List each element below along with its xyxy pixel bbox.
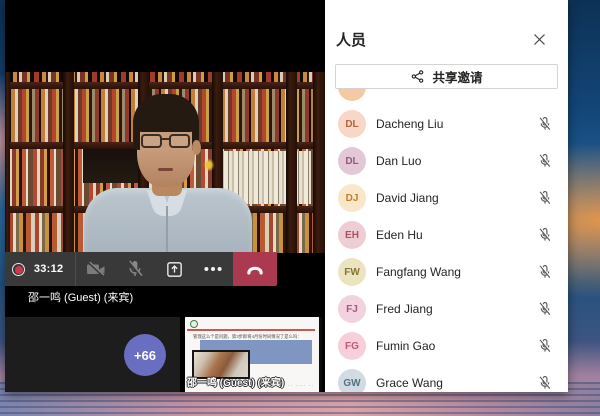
mic-muted-icon xyxy=(537,264,553,280)
participant-row[interactable]: DJ David Jiang xyxy=(325,180,568,217)
slide-heading: 管理这么个是问题，第3步即将4月份时间情况了是么吗： xyxy=(193,333,315,339)
participant-name: Fangfang Wang xyxy=(376,254,461,291)
call-timer: 33:12 xyxy=(34,263,64,275)
recording-indicator-icon xyxy=(12,263,25,276)
close-panel-button[interactable] xyxy=(525,27,553,51)
share-invite-button[interactable]: 共享邀请 xyxy=(335,64,558,89)
participant-name: Fred Jiang xyxy=(376,291,433,328)
share-screen-button[interactable] xyxy=(155,252,194,286)
mic-muted-icon xyxy=(537,301,553,317)
hangup-icon xyxy=(244,262,266,276)
more-options-icon xyxy=(203,266,223,272)
close-icon xyxy=(533,33,546,46)
avatar: EH xyxy=(338,221,366,249)
filmstrip-row: +66 管理这么个是问题，第3步即将4月份时间情况了是么吗： 邵一鸣 (Gues… xyxy=(5,317,325,392)
more-options-button[interactable] xyxy=(194,252,233,286)
hidden-participants-tile[interactable]: +66 xyxy=(5,317,180,392)
participant-row[interactable]: DL Dacheng Liu xyxy=(325,106,568,143)
participant-name: Grace Wang xyxy=(376,365,443,392)
overflow-count-badge: +66 xyxy=(124,334,166,376)
share-screen-icon xyxy=(165,260,184,279)
avatar: FJ xyxy=(338,295,366,323)
active-speaker-video xyxy=(5,0,325,253)
screen-share-preview[interactable]: 管理这么个是问题，第3步即将4月份时间情况了是么吗： 邵一鸣 (Guest) (… xyxy=(185,317,322,392)
participant-name: David Jiang xyxy=(376,180,439,217)
participant-name: Dan Luo xyxy=(376,143,421,180)
mic-muted-icon xyxy=(537,116,553,132)
share-icon xyxy=(410,69,425,84)
mic-off-button[interactable] xyxy=(116,252,155,286)
meeting-stage: 33:12 xyxy=(5,0,325,392)
mic-muted-icon xyxy=(537,153,553,169)
participant-name: Eden Hu xyxy=(376,217,423,254)
mic-muted-icon xyxy=(537,338,553,354)
active-speaker-name: 邵一鸣 (Guest) (来宾) xyxy=(28,289,133,305)
participant-row[interactable]: EH Eden Hu xyxy=(325,217,568,254)
participant-row[interactable]: FW Fangfang Wang xyxy=(325,254,568,291)
people-panel: 人员 共享邀请 xyxy=(325,0,568,392)
slide-logo-icon xyxy=(190,320,198,328)
participant-row[interactable]: FG Fumin Gao xyxy=(325,328,568,365)
teams-meeting-window: 33:12 xyxy=(5,0,568,392)
camera-off-button[interactable] xyxy=(76,252,115,286)
avatar: DL xyxy=(338,147,366,175)
participant-list: DL Dacheng Liu DL Dan Luo xyxy=(325,69,568,392)
slide-rule-line xyxy=(187,329,315,331)
avatar: FW xyxy=(338,258,366,286)
camera-off-icon xyxy=(85,259,107,279)
participant-name: Dacheng Liu xyxy=(376,106,443,143)
participant-row[interactable]: GW Grace Wang xyxy=(325,365,568,392)
avatar: GW xyxy=(338,369,366,392)
desktop: 33:12 xyxy=(0,0,600,416)
participant-row[interactable]: DL Dan Luo xyxy=(325,143,568,180)
avatar: FG xyxy=(338,332,366,360)
panel-title: 人员 xyxy=(336,29,366,50)
mic-muted-icon xyxy=(537,227,553,243)
share-invite-label: 共享邀请 xyxy=(432,67,482,86)
avatar: DJ xyxy=(338,184,366,212)
slide-footer-text: ·· ···· ·· xyxy=(288,383,314,389)
participant-row[interactable]: FJ Fred Jiang xyxy=(325,291,568,328)
mic-muted-icon xyxy=(537,190,553,206)
screen-share-caption: 邵一鸣 (Guest) (来宾) xyxy=(187,374,284,389)
participant-name: Fumin Gao xyxy=(376,328,435,365)
mic-off-icon xyxy=(125,259,145,279)
avatar: DL xyxy=(338,110,366,138)
call-controls-bar: 33:12 xyxy=(5,252,233,286)
speaker-person xyxy=(5,0,325,253)
hangup-button[interactable] xyxy=(233,252,277,286)
lamp-glow xyxy=(205,160,213,170)
mic-muted-icon xyxy=(537,375,553,391)
